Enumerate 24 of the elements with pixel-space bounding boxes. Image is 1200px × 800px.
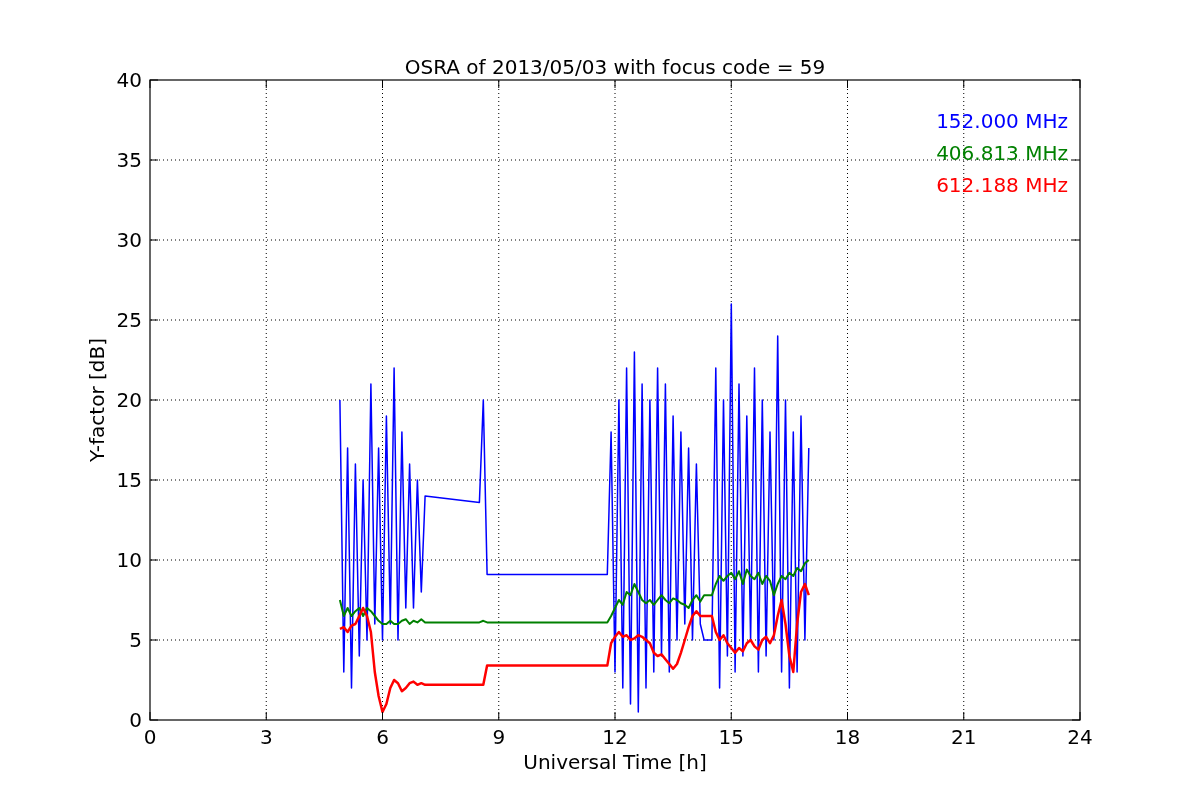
x-tick-label: 9 bbox=[492, 725, 506, 749]
x-tick-label: 24 bbox=[1067, 725, 1093, 749]
y-tick-label: 15 bbox=[116, 468, 142, 492]
y-tick-label: 0 bbox=[129, 708, 142, 732]
x-tick-label: 0 bbox=[143, 725, 157, 749]
chart-title: OSRA of 2013/05/03 with focus code = 59 bbox=[404, 55, 826, 79]
y-tick-label: 40 bbox=[116, 68, 142, 92]
y-tick-label: 5 bbox=[129, 628, 142, 652]
y-tick-label: 10 bbox=[116, 548, 142, 572]
x-tick-label: 12 bbox=[602, 725, 628, 749]
y-tick-label: 35 bbox=[116, 148, 142, 172]
x-axis-label: Universal Time [h] bbox=[523, 750, 707, 774]
y-tick-label: 30 bbox=[116, 228, 142, 252]
legend-label: 612.188 MHz bbox=[936, 173, 1068, 197]
legend-label: 152.000 MHz bbox=[936, 109, 1068, 133]
y-axis-label: Y-factor [dB] bbox=[85, 338, 109, 462]
legend-label: 406.813 MHz bbox=[936, 141, 1068, 165]
x-tick-label: 3 bbox=[259, 725, 273, 749]
x-tick-label: 21 bbox=[951, 725, 977, 749]
x-tick-label: 15 bbox=[718, 725, 744, 749]
x-tick-label: 6 bbox=[376, 725, 389, 749]
x-tick-label: 18 bbox=[834, 725, 861, 749]
y-tick-label: 20 bbox=[116, 388, 142, 412]
y-tick-label: 25 bbox=[116, 308, 142, 332]
